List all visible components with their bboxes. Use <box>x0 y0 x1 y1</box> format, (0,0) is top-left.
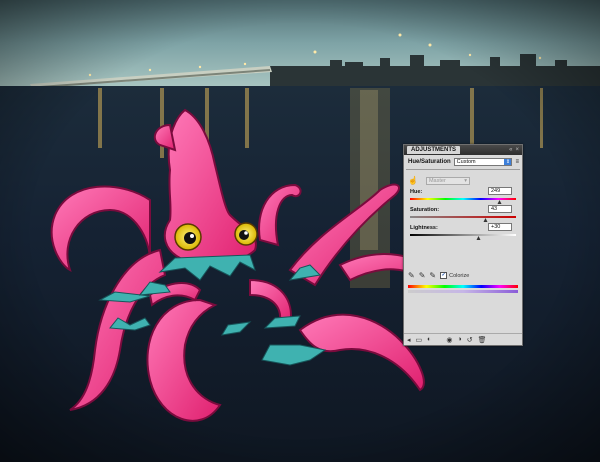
saturation-field: Saturation: 43 <box>408 205 518 223</box>
colorize-option[interactable]: ✓ Colorize <box>440 272 469 279</box>
colorize-label: Colorize <box>449 272 470 279</box>
saturation-label: Saturation: <box>410 207 440 213</box>
adjustments-panel: ADJUSTMENTS « × Hue/Saturation Custom ⇕ … <box>403 144 523 346</box>
saturation-slider-thumb[interactable] <box>483 218 488 222</box>
spectrum-bar-top <box>408 285 518 288</box>
lightness-slider-track[interactable] <box>410 234 516 236</box>
hue-label: Hue: <box>410 189 423 195</box>
spectrum-bar-bottom <box>408 290 518 293</box>
channel-row: ☝ Master ▾ <box>404 171 522 187</box>
preset-row: Hue/Saturation Custom ⇕ ≡ <box>404 155 522 168</box>
panel-menu-icon[interactable]: ≡ <box>515 159 519 165</box>
panel-titlebar: ADJUSTMENTS « × <box>404 145 522 155</box>
eye-icon[interactable]: ◉ <box>446 336 452 344</box>
chevron-updown-icon: ⇕ <box>504 159 512 165</box>
new-layer-icon[interactable]: ▭ <box>416 336 423 344</box>
lightness-slider-thumb[interactable] <box>476 236 481 240</box>
preset-select[interactable]: Custom ⇕ <box>453 158 513 166</box>
hue-field: Hue: 249 <box>408 187 518 205</box>
eyedropper-icon[interactable]: ✎ <box>408 271 415 280</box>
channel-value: Master <box>428 177 446 184</box>
tab-adjustments[interactable]: ADJUSTMENTS <box>407 146 461 154</box>
lightness-field: Lightness: +30 <box>408 223 518 241</box>
lightness-label: Lightness: <box>410 225 438 231</box>
reset-icon[interactable]: ↺ <box>467 336 473 344</box>
colorize-checkbox[interactable]: ✓ <box>440 272 448 279</box>
panel-bottom-toolbar: ◂ ▭ ◐ ◉ ◑ ↺ 🗑 <box>404 333 522 345</box>
squid-tentacles <box>50 183 442 422</box>
eyedropper-minus-icon[interactable]: ✎ <box>429 271 436 280</box>
hue-input[interactable]: 249 <box>488 187 512 195</box>
trash-icon[interactable]: 🗑 <box>478 336 487 344</box>
hue-slider-thumb[interactable] <box>497 200 502 204</box>
lightness-input[interactable]: +30 <box>488 223 512 231</box>
saturation-slider-track[interactable] <box>410 216 516 218</box>
panel-collapse-icon[interactable]: « <box>509 147 512 153</box>
panel-close-icon[interactable]: × <box>515 147 519 153</box>
eyedropper-row: ✎ ✎ ✎ ✓ Colorize <box>404 271 522 280</box>
clip-icon[interactable]: ◐ <box>427 336 431 343</box>
preset-value: Custom <box>456 159 476 165</box>
saturation-input[interactable]: 43 <box>488 205 512 213</box>
back-arrow-icon[interactable]: ◂ <box>407 336 411 344</box>
divider <box>406 169 520 170</box>
chevron-down-icon: ▾ <box>464 177 467 184</box>
eyedropper-plus-icon[interactable]: ✎ <box>419 271 426 280</box>
adjustment-type-label: Hue/Saturation <box>408 159 451 165</box>
previous-state-icon[interactable]: ◑ <box>457 336 461 343</box>
hand-icon[interactable]: ☝ <box>408 176 418 185</box>
channel-select[interactable]: Master ▾ <box>425 176 470 185</box>
